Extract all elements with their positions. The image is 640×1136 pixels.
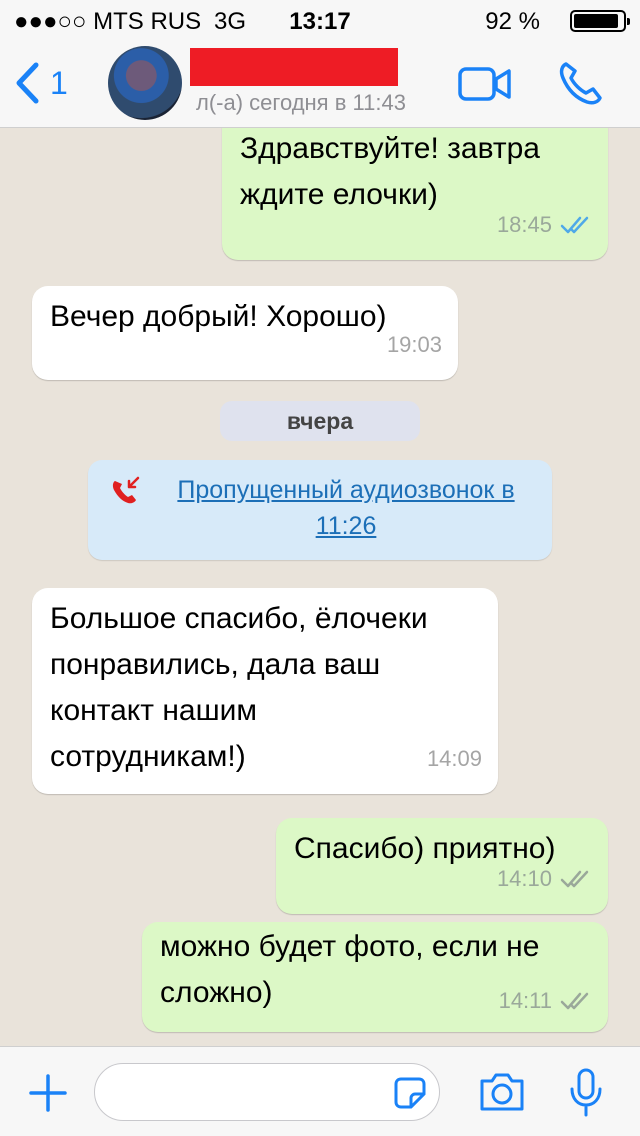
message-time: 14:11 [498,988,552,1013]
delivered-ticks-icon [560,870,589,888]
date-separator: вчера [220,401,420,441]
message-bubble-incoming[interactable]: Вечер добрый! Хорошо) 19:03 [32,286,458,380]
chat-header: 1 л(-а) сегодня в 11:43 [0,40,640,128]
camera-icon[interactable] [478,1071,526,1113]
message-time: 14:09 [426,746,482,771]
message-text: Здравствуйте! завтра [240,132,540,165]
message-input[interactable] [94,1063,440,1121]
clock: 13:17 [289,8,351,35]
avatar[interactable] [108,46,182,120]
message-time: 19:03 [386,332,442,357]
missed-call-icon [112,476,140,504]
phone-icon[interactable] [556,58,606,108]
message-text: контакт нашим [50,694,258,727]
message-text: Вечер добрый! Хорошо) [50,300,387,333]
message-list[interactable]: Здравствуйте! завтра ждите елочки) 18:45… [0,128,640,1046]
unread-count: 1 [50,64,68,101]
plus-icon[interactable] [28,1073,68,1113]
read-ticks-icon [560,216,589,234]
missed-call-time: 11:26 [315,512,377,540]
chevron-left-icon [16,62,39,104]
sticker-icon[interactable] [393,1076,427,1110]
battery-percent: 92 % [485,8,540,35]
composer-bar [0,1046,640,1136]
missed-call-notice[interactable]: Пропущенный аудиозвонок в 11:26 [88,460,552,560]
message-text: можно будет фото, если не [160,930,540,963]
message-bubble-outgoing[interactable]: можно будет фото, если не сложно) 14:11 [142,922,608,1032]
message-text: сотрудникам!) [50,740,246,773]
message-text: Большое спасибо, ёлочеки [50,602,428,635]
message-time: 18:45 [496,212,552,237]
microphone-icon[interactable] [568,1067,604,1119]
message-text: понравились, дала ваш [50,648,381,681]
message-bubble-incoming[interactable]: Большое спасибо, ёлочеки понравились, да… [32,588,498,794]
message-time: 14:10 [496,866,552,891]
missed-call-text: Пропущенный аудиозвонок в [177,476,515,504]
battery-icon [570,10,630,32]
last-seen: л(-а) сегодня в 11:43 [196,90,406,115]
message-bubble-outgoing[interactable]: Здравствуйте! завтра ждите елочки) 18:45 [222,128,608,260]
contact-name-redacted[interactable] [190,48,398,86]
status-bar: ●●●○○ MTS RUS 3G 13:17 92 % [0,0,640,40]
back-button[interactable]: 1 [14,58,68,108]
video-call-icon[interactable] [458,66,512,102]
message-bubble-outgoing[interactable]: Спасибо) приятно) 14:10 [276,818,608,914]
delivered-ticks-icon [560,992,589,1010]
